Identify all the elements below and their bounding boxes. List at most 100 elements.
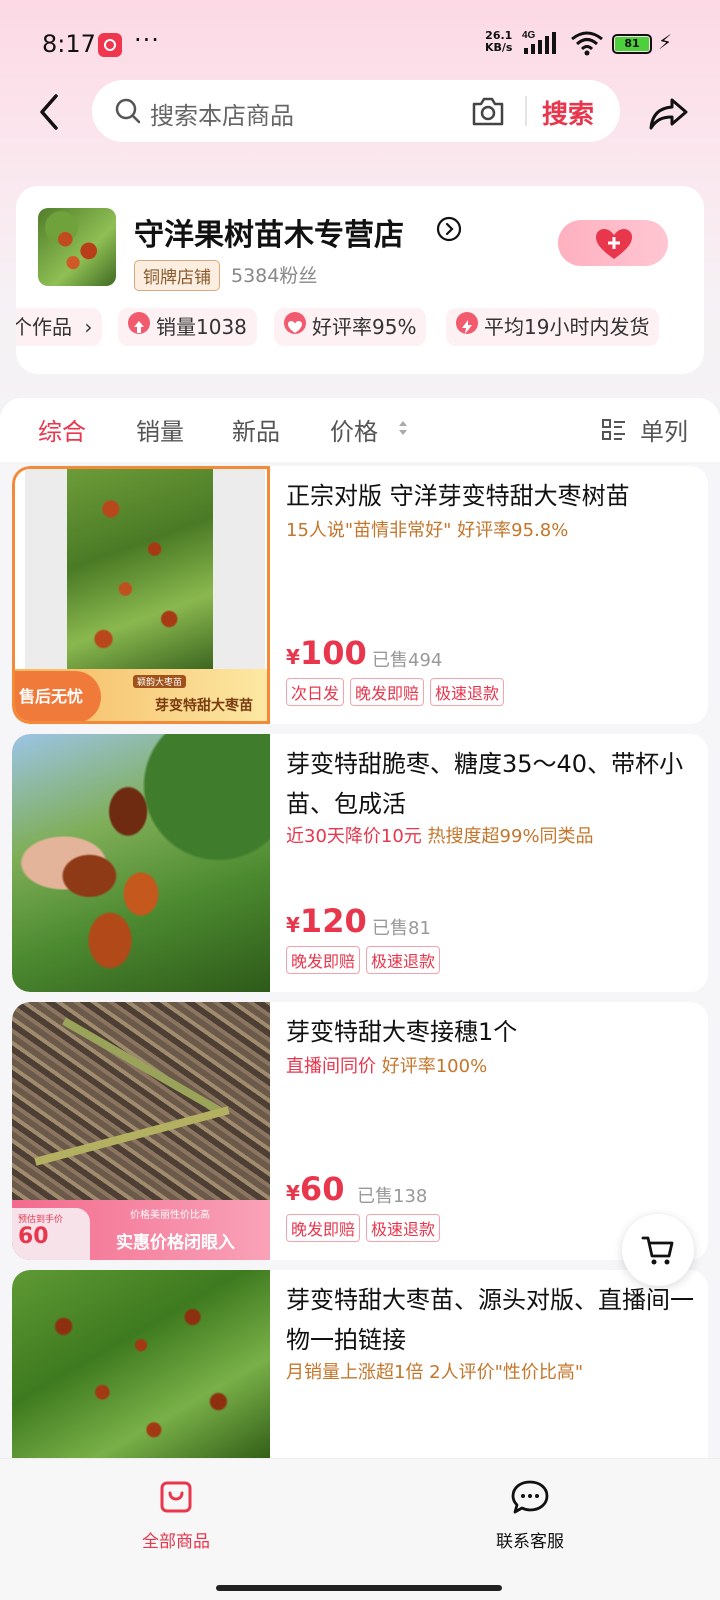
service-tags: 晚发即赔 极速退款: [286, 946, 446, 974]
product-image[interactable]: 售后无忧 颖韵大枣苗 芽变特甜大枣苗: [12, 466, 270, 724]
follow-button[interactable]: [558, 220, 668, 266]
after-sales-badge: 售后无忧: [15, 671, 101, 721]
tab-price[interactable]: 价格: [330, 412, 378, 447]
up-arrow-icon: [128, 312, 150, 334]
tab-sales[interactable]: 销量: [136, 412, 184, 447]
store-rating-chip[interactable]: 好评率95%: [274, 308, 427, 346]
network-type: 4G: [522, 30, 536, 41]
store-shipping-chip[interactable]: 平均19小时内发货: [446, 308, 660, 346]
product-card[interactable]: 芽变特甜大枣苗、源头对版、直播间一物一拍链接 月销量上涨超1倍 2人评价"性价比…: [12, 1270, 708, 1458]
back-arrow-icon[interactable]: [30, 90, 74, 134]
search-bar[interactable]: 搜索本店商品 搜索: [92, 80, 620, 142]
cart-button[interactable]: [622, 1214, 694, 1286]
heart-icon: [284, 312, 306, 334]
nav-all-products[interactable]: 全部商品: [96, 1479, 256, 1552]
store-stats-row: 个作品 › 销量1038 好评率95% 平均19小时内发货: [16, 308, 704, 348]
thumb-top-label: 颖韵大枣苗: [133, 675, 187, 688]
tab-new[interactable]: 新品: [232, 412, 280, 447]
sort-tabs: 综合 销量 新品 价格 单列: [0, 398, 720, 462]
product-hint: 近30天降价10元 热搜度超99%同类品: [286, 822, 594, 848]
thumb-top-label: 价格美丽性价比高: [130, 1210, 210, 1221]
product-image[interactable]: 预估到手价 60 价格美丽性价比高 实惠价格闭眼入: [12, 1002, 270, 1260]
service-tag: 极速退款: [366, 946, 441, 974]
chip-label: 个作品: [16, 315, 72, 339]
sold-count: 已售81: [372, 918, 431, 939]
battery-level: 81: [615, 37, 649, 51]
search-icon: [115, 98, 141, 124]
product-card[interactable]: 预估到手价 60 价格美丽性价比高 实惠价格闭眼入 芽变特甜大枣接穗1个 直播间…: [12, 1002, 708, 1260]
store-name[interactable]: 守洋果树苗木专营店: [134, 210, 404, 254]
shopping-bag-icon: [160, 1481, 192, 1513]
store-detail-arrow-icon[interactable]: [436, 216, 462, 242]
hot-search-hint: 热搜度超99%同类品: [421, 826, 594, 847]
product-hint: 月销量上涨超1倍 2人评价"性价比高": [286, 1362, 584, 1383]
sold-count: 已售138: [357, 1186, 428, 1207]
charging-icon: ⚡: [658, 30, 673, 54]
camera-icon[interactable]: [470, 94, 506, 128]
more-notifications-icon: ···: [134, 26, 160, 54]
sold-count: 已售494: [372, 650, 443, 671]
store-tier-badge: 铜牌店铺: [134, 260, 220, 291]
price-value: 120: [299, 902, 367, 940]
product-price: ¥100: [286, 634, 367, 672]
view-toggle-label[interactable]: 单列: [640, 412, 688, 447]
service-tag: 极速退款: [430, 678, 505, 706]
search-button[interactable]: 搜索: [542, 94, 594, 131]
bottom-navigation: 全部商品 联系客服: [0, 1458, 720, 1600]
store-avatar[interactable]: [38, 208, 116, 286]
status-time: 8:17: [42, 30, 96, 58]
product-card[interactable]: 售后无忧 颖韵大枣苗 芽变特甜大枣苗 正宗对版 守洋芽变特甜大枣树苗 15人说"…: [12, 466, 708, 724]
store-sales-chip[interactable]: 销量1038: [118, 308, 257, 346]
price-value: 60: [299, 1170, 345, 1208]
product-image[interactable]: [12, 734, 270, 992]
nav-all-products-label: 全部商品: [142, 1532, 210, 1552]
estimated-price-value: 60: [18, 1224, 49, 1249]
product-hint: 直播间同价 好评率100%: [286, 1052, 487, 1078]
service-tag: 晚发即赔: [286, 1214, 361, 1242]
nav-customer-service[interactable]: 联系客服: [450, 1479, 610, 1552]
home-indicator[interactable]: [216, 1585, 502, 1591]
rating-hint: 好评率100%: [376, 1056, 488, 1077]
wifi-icon: [571, 31, 603, 56]
list-view-icon[interactable]: [602, 418, 626, 442]
product-title[interactable]: 芽变特甜大枣苗、源头对版、直播间一物一拍链接: [286, 1280, 696, 1360]
status-bar: 8:17 ··· 26.1 KB/s 4G 81 ⚡: [0, 0, 720, 90]
search-divider: [525, 96, 527, 126]
chat-bubble-icon: [511, 1480, 549, 1514]
product-card[interactable]: 芽变特甜脆枣、糖度35～40、带杯小苗、包成活 近30天降价10元 热搜度超99…: [12, 734, 708, 992]
thumb-bottom-label: 芽变特甜大枣苗: [155, 698, 253, 714]
currency-symbol: ¥: [286, 645, 300, 669]
cart-icon: [641, 1236, 674, 1265]
live-price-hint: 直播间同价: [286, 1056, 376, 1077]
currency-symbol: ¥: [286, 913, 300, 937]
battery-icon: 81: [612, 34, 652, 54]
product-title[interactable]: 芽变特甜脆枣、糖度35～40、带杯小苗、包成活: [286, 744, 696, 824]
service-tag: 极速退款: [366, 1214, 441, 1242]
store-fans-count: 5384粉丝: [231, 265, 318, 287]
chevron-right-icon: ›: [84, 315, 93, 339]
chip-label: 销量1038: [156, 315, 247, 339]
service-tags: 次日发 晚发即赔 极速退款: [286, 678, 510, 706]
product-price: ¥120: [286, 902, 367, 940]
share-icon[interactable]: [646, 92, 690, 136]
search-input[interactable]: 搜索本店商品: [150, 96, 294, 131]
price-drop-hint: 近30天降价10元: [286, 826, 422, 847]
product-title[interactable]: 芽变特甜大枣接穗1个: [286, 1012, 696, 1052]
price-value: 100: [299, 634, 367, 672]
tab-comprehensive[interactable]: 综合: [38, 412, 86, 447]
network-speed: 26.1 KB/s: [485, 30, 512, 54]
net-speed-unit: KB/s: [485, 41, 513, 54]
lightning-icon: [456, 312, 478, 334]
service-tag: 晚发即赔: [286, 946, 361, 974]
store-works-chip[interactable]: 个作品 ›: [16, 308, 103, 346]
chip-label: 平均19小时内发货: [484, 315, 650, 339]
app-notification-icon: [98, 33, 122, 57]
chip-label: 好评率95%: [312, 315, 417, 339]
product-image[interactable]: [12, 1270, 270, 1458]
service-tag: 晚发即赔: [350, 678, 425, 706]
product-title[interactable]: 正宗对版 守洋芽变特甜大枣树苗: [286, 476, 696, 516]
product-hint: 15人说"苗情非常好" 好评率95.8%: [286, 520, 569, 541]
service-tag: 次日发: [286, 678, 345, 706]
signal-icon: 4G: [522, 30, 556, 54]
store-info-card: 守洋果树苗木专营店 铜牌店铺 5384粉丝 个作品 › 销量1038 好评率95…: [16, 186, 704, 374]
